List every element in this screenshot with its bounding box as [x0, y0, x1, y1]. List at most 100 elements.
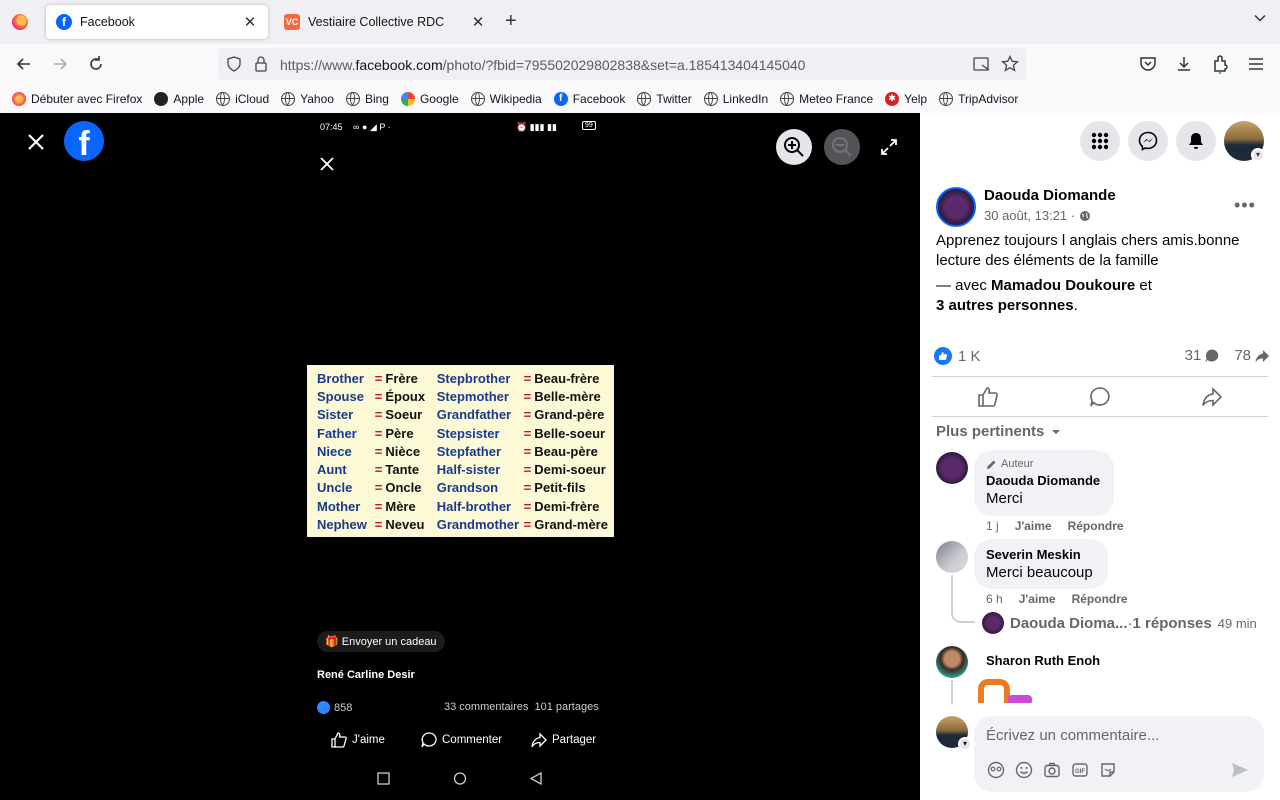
comment-like-link[interactable]: J'aime [1015, 519, 1052, 533]
view-replies-link[interactable]: Daouda Dioma... · 1 réponses 49 min [982, 612, 1257, 634]
close-tab-icon[interactable]: ✕ [242, 13, 258, 31]
bookmark-label: Facebook [572, 91, 626, 106]
firefox-menu-icon[interactable] [12, 14, 28, 30]
avatar-sticker-icon[interactable] [986, 760, 1006, 780]
phone-actions-bar: J'aime Commenter Partager [330, 731, 610, 749]
like-button-icon[interactable] [976, 385, 1000, 409]
tagged-others-link[interactable]: 3 autres personnes [936, 297, 1074, 314]
comment-button-icon[interactable] [1088, 385, 1112, 409]
bookmark-icloud[interactable]: iCloud [216, 91, 269, 106]
pocket-icon[interactable] [1138, 54, 1158, 74]
tab-list-chevron-icon[interactable] [1254, 12, 1266, 24]
post-time-text: 30 août, 13:21 · [984, 208, 1076, 223]
with-prefix: — avec [936, 277, 992, 294]
tagged-person-link[interactable]: Mamadou Doukoure [991, 277, 1135, 294]
zoom-in-button[interactable] [776, 129, 812, 165]
more-options-icon[interactable]: ••• [1234, 195, 1256, 216]
bookmark-facebook[interactable]: f Facebook [553, 91, 626, 106]
vocab-english: Stepfather [436, 443, 502, 459]
vocab-french: Neveu [385, 517, 425, 533]
comment-time[interactable]: 1 j [986, 519, 999, 533]
url-text[interactable]: https://www.facebook.com/photo/?fbid=795… [280, 57, 805, 73]
messenger-button[interactable] [1128, 121, 1168, 161]
vocab-french: Belle-soeur [534, 425, 606, 441]
bookmark-firefox[interactable]: Débuter avec Firefox [12, 91, 142, 106]
comment-like-link[interactable]: J'aime [1019, 592, 1056, 606]
new-tab-plus-icon[interactable]: + [505, 10, 517, 33]
bookmark-star-icon[interactable] [1001, 55, 1019, 73]
author-tag-label: Auteur [1001, 458, 1034, 470]
vocab-english: Grandfather [436, 407, 512, 423]
bookmark-label: Wikipedia [489, 91, 542, 106]
close-viewer-icon[interactable] [26, 132, 46, 152]
tab-vestiaire[interactable]: VC Vestiaire Collective RDC ✕ [274, 5, 496, 39]
send-icon[interactable] [1230, 760, 1250, 780]
reactions-summary[interactable]: 1 K [934, 347, 981, 365]
comment-input[interactable] [986, 724, 1246, 746]
vocab-equals: = [523, 498, 532, 514]
share-button-icon[interactable] [1200, 385, 1224, 409]
comment-avatar[interactable] [936, 646, 968, 678]
bookmark-bing[interactable]: Bing [345, 91, 389, 106]
comment-sort-dropdown[interactable]: Plus pertinents [936, 423, 1062, 440]
url-bar[interactable]: https://www.facebook.com/photo/?fbid=795… [218, 48, 1026, 80]
sticker-shape [978, 679, 1010, 703]
sticker-shape [1008, 695, 1032, 703]
post-author-avatar[interactable] [936, 187, 976, 227]
bookmark-label: Bing [364, 91, 389, 106]
bookmark-twitter[interactable]: Twitter [637, 91, 692, 106]
send-gift-button: 🎁 Envoyer un cadeau [317, 631, 445, 652]
bookmark-google[interactable]: Google [400, 91, 459, 106]
bookmark-apple[interactable]: Apple [154, 91, 204, 106]
url-domain: facebook.com [355, 57, 443, 73]
account-chevron-icon[interactable]: ▾ [1251, 148, 1265, 162]
emoji-icon[interactable] [1014, 760, 1034, 780]
facebook-logo-icon[interactable]: f [64, 121, 104, 161]
reload-icon[interactable] [86, 54, 106, 74]
forward-arrow-icon[interactable] [50, 54, 70, 74]
comment-avatar[interactable] [936, 541, 968, 573]
fullscreen-icon[interactable] [880, 138, 898, 156]
comment-author[interactable]: Sharon Ruth Enoh [986, 653, 1100, 668]
comment-actions: 1 j J'aime Répondre [986, 519, 1140, 533]
shield-icon[interactable] [226, 56, 242, 72]
zoom-out-button[interactable] [824, 129, 860, 165]
gif-icon[interactable]: GIF [1070, 760, 1090, 780]
reader-view-icon[interactable] [973, 56, 991, 72]
lock-icon[interactable] [254, 56, 268, 72]
comment-reply-link[interactable]: Répondre [1072, 592, 1128, 606]
bookmark-tripadvisor[interactable]: TripAdvisor [939, 91, 1018, 106]
bookmark-meteo-france[interactable]: Meteo France [780, 91, 873, 106]
sticker-icon[interactable] [1098, 760, 1118, 780]
engagement-stats: 31 78 [1185, 347, 1270, 364]
tab-facebook[interactable]: f Facebook ✕ [46, 5, 268, 39]
hamburger-menu-icon[interactable] [1246, 54, 1266, 74]
menu-button[interactable] [1080, 121, 1120, 161]
comment-time[interactable]: 6 h [986, 592, 1003, 606]
bookmark-linkedin[interactable]: LinkedIn [703, 91, 768, 106]
bookmark-yahoo[interactable]: Yahoo [281, 91, 334, 106]
comment-author[interactable]: Severin Meskin [986, 547, 1096, 562]
share-count[interactable]: 78 [1234, 347, 1251, 364]
globe-icon [470, 91, 485, 106]
downloads-icon[interactable] [1174, 54, 1194, 74]
comment-author[interactable]: Daouda Diomande [986, 473, 1102, 488]
zoom-in-icon [784, 137, 804, 157]
vocab-row: Nephew = Neveu Grandmother = Grand-mère [317, 515, 614, 533]
bookmark-yelp[interactable]: ✱ Yelp [885, 91, 927, 106]
post-author-name[interactable]: Daouda Diomande [984, 187, 1116, 204]
vocab-french: Mère [385, 498, 416, 514]
comment-reply-link[interactable]: Répondre [1068, 519, 1124, 533]
comment-count[interactable]: 31 [1185, 347, 1202, 364]
globe-icon [216, 91, 231, 106]
post-timestamp[interactable]: 30 août, 13:21 · [984, 208, 1091, 223]
close-tab-icon[interactable]: ✕ [470, 13, 486, 31]
extensions-icon[interactable] [1210, 54, 1230, 74]
comment-avatar[interactable] [936, 452, 968, 484]
notifications-button[interactable] [1176, 121, 1216, 161]
camera-icon[interactable] [1042, 760, 1062, 780]
vocab-english: Half-brother [436, 498, 512, 514]
back-arrow-icon[interactable] [14, 54, 34, 74]
composer-chevron-icon[interactable]: ▾ [958, 737, 972, 751]
bookmark-wikipedia[interactable]: Wikipedia [470, 91, 542, 106]
